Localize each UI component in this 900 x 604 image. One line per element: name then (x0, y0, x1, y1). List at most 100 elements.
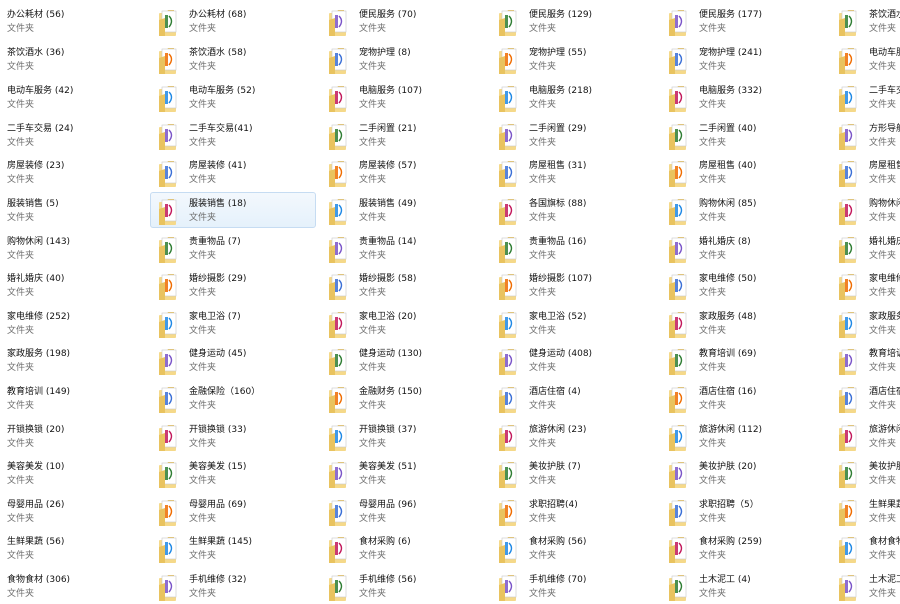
folder-item[interactable]: 美容美发 (10) 文件夹 (0, 455, 134, 491)
folder-item[interactable]: 金融保险（160） 文件夹 (150, 380, 316, 416)
folder-item[interactable]: 旅游休闲文件夹 (830, 418, 900, 454)
folder-item[interactable]: 婚礼婚庆 (8) 文件夹 (660, 230, 826, 266)
folder-item[interactable]: 二手闲置 (29) 文件夹 (490, 117, 656, 153)
folder-item[interactable]: 电动车服文件夹 (830, 41, 900, 77)
folder-item[interactable]: 便民服务 (177) 文件夹 (660, 3, 826, 39)
folder-item[interactable]: 健身运动 (130) 文件夹 (320, 342, 486, 378)
folder-item[interactable]: 便民服务 (70) 文件夹 (320, 3, 486, 39)
folder-item[interactable]: 金融财务 (150) 文件夹 (320, 380, 486, 416)
folder-item[interactable]: 服装销售 (5) 文件夹 (0, 192, 134, 228)
folder-item[interactable]: 开锁换锁 (37) 文件夹 (320, 418, 486, 454)
folder-icon (667, 6, 693, 38)
folder-item[interactable]: 食物食材 (306) 文件夹 (0, 568, 134, 604)
folder-item[interactable]: 办公耗材 (56) 文件夹 (0, 3, 134, 39)
folder-item[interactable]: 电脑服务 (218) 文件夹 (490, 79, 656, 115)
folder-item[interactable]: 美妆护肤 (20) 文件夹 (660, 455, 826, 491)
folder-item[interactable]: 教育培训文件夹 (830, 342, 900, 378)
folder-item[interactable]: 母婴用品 (26) 文件夹 (0, 493, 134, 529)
folder-item[interactable]: 母婴用品 (69) 文件夹 (150, 493, 316, 529)
folder-item[interactable]: 家电维修文件夹 (830, 267, 900, 303)
folder-item[interactable]: 办公耗材 (68) 文件夹 (150, 3, 316, 39)
folder-item[interactable]: 房屋装修 (41) 文件夹 (150, 154, 316, 190)
folder-item[interactable]: 婚纱摄影 (107) 文件夹 (490, 267, 656, 303)
folder-item[interactable]: 贵重物品 (14) 文件夹 (320, 230, 486, 266)
folder-item[interactable]: 宠物护理 (8) 文件夹 (320, 41, 486, 77)
folder-item[interactable]: 房屋租售 (31) 文件夹 (490, 154, 656, 190)
folder-item[interactable]: 食材采购 (6) 文件夹 (320, 530, 486, 566)
folder-item[interactable]: 旅游休闲 (23) 文件夹 (490, 418, 656, 454)
folder-item[interactable]: 美妆护肤文件夹 (830, 455, 900, 491)
folder-item[interactable]: 食材食物文件夹 (830, 530, 900, 566)
folder-item[interactable]: 宠物护理 (55) 文件夹 (490, 41, 656, 77)
folder-item[interactable]: 手机维修 (32) 文件夹 (150, 568, 316, 604)
folder-item[interactable]: 二手闲置 (40) 文件夹 (660, 117, 826, 153)
folder-item[interactable]: 求职招聘(4) 文件夹 (490, 493, 656, 529)
folder-item[interactable]: 家电维修 (252) 文件夹 (0, 305, 134, 341)
folder-type-label: 文件夹 (869, 326, 897, 336)
folder-item[interactable]: 美容美发 (51) 文件夹 (320, 455, 486, 491)
folder-item[interactable]: 房屋装修 (23) 文件夹 (0, 154, 134, 190)
folder-item[interactable]: 求职招聘（5） 文件夹 (660, 493, 826, 529)
folder-item[interactable]: 生鲜果蔬文件夹 (830, 493, 900, 529)
folder-item[interactable]: 婚纱摄影 (58) 文件夹 (320, 267, 486, 303)
folder-item[interactable]: 购物休闲文件夹 (830, 192, 900, 228)
folder-item[interactable]: 婚礼婚庆文件夹 (830, 230, 900, 266)
folder-item[interactable]: 美妆护肤 (7) 文件夹 (490, 455, 656, 491)
folder-item[interactable]: 房屋装修 (57) 文件夹 (320, 154, 486, 190)
folder-item[interactable]: 家政服务 (48) 文件夹 (660, 305, 826, 341)
folder-item[interactable]: 电动车服务 (52) 文件夹 (150, 79, 316, 115)
folder-item[interactable]: 贵重物品 (7) 文件夹 (150, 230, 316, 266)
folder-item[interactable]: 健身运动 (45) 文件夹 (150, 342, 316, 378)
folder-item[interactable]: 茶饮酒水 (58) 文件夹 (150, 41, 316, 77)
folder-item[interactable]: 母婴用品 (96) 文件夹 (320, 493, 486, 529)
folder-item[interactable]: 购物休闲 (143) 文件夹 (0, 230, 134, 266)
folder-item[interactable]: 婚纱摄影 (29) 文件夹 (150, 267, 316, 303)
folder-item[interactable]: 酒店住宿 (4) 文件夹 (490, 380, 656, 416)
folder-type-label: 文件夹 (869, 62, 897, 72)
folder-item[interactable]: 服装销售 (18) 文件夹 (150, 192, 316, 228)
folder-item[interactable]: 便民服务 (129) 文件夹 (490, 3, 656, 39)
folder-item[interactable]: 茶饮酒水文件夹 (830, 3, 900, 39)
folder-item[interactable]: 土木泥工 (4) 文件夹 (660, 568, 826, 604)
folder-item[interactable]: 开锁换锁 (33) 文件夹 (150, 418, 316, 454)
folder-item[interactable]: 酒店住宿文件夹 (830, 380, 900, 416)
folder-item[interactable]: 美容美发 (15) 文件夹 (150, 455, 316, 491)
folder-item[interactable]: 二手车交文件夹 (830, 79, 900, 115)
folder-item[interactable]: 手机维修 (56) 文件夹 (320, 568, 486, 604)
folder-item[interactable]: 手机维修 (70) 文件夹 (490, 568, 656, 604)
folder-item[interactable]: 家电卫浴 (7) 文件夹 (150, 305, 316, 341)
folder-item[interactable]: 婚礼婚庆 (40) 文件夹 (0, 267, 134, 303)
folder-item[interactable]: 各国旗标 (88) 文件夹 (490, 192, 656, 228)
folder-item[interactable]: 食材采购 (259) 文件夹 (660, 530, 826, 566)
folder-item[interactable]: 购物休闲 (85) 文件夹 (660, 192, 826, 228)
folder-item[interactable]: 方形导航文件夹 (830, 117, 900, 153)
folder-item[interactable]: 食材采购 (56) 文件夹 (490, 530, 656, 566)
folder-item[interactable]: 服装销售 (49) 文件夹 (320, 192, 486, 228)
folder-item[interactable]: 二手车交易 (24) 文件夹 (0, 117, 134, 153)
folder-item[interactable]: 房屋租售文件夹 (830, 154, 900, 190)
folder-item[interactable]: 家政服务文件夹 (830, 305, 900, 341)
folder-item[interactable]: 家电卫浴 (20) 文件夹 (320, 305, 486, 341)
folder-item[interactable]: 土木泥工文件夹 (830, 568, 900, 604)
folder-item[interactable]: 旅游休闲 (112) 文件夹 (660, 418, 826, 454)
folder-item[interactable]: 二手车交易(41) 文件夹 (150, 117, 316, 153)
folder-item[interactable]: 教育培训 (69) 文件夹 (660, 342, 826, 378)
folder-item[interactable]: 家电卫浴 (52) 文件夹 (490, 305, 656, 341)
folder-icon (837, 571, 863, 603)
folder-item[interactable]: 贵重物品 (16) 文件夹 (490, 230, 656, 266)
folder-item[interactable]: 茶饮酒水 (36) 文件夹 (0, 41, 134, 77)
folder-item[interactable]: 家电维修 (50) 文件夹 (660, 267, 826, 303)
folder-item[interactable]: 电脑服务 (332) 文件夹 (660, 79, 826, 115)
folder-item[interactable]: 宠物护理 (241) 文件夹 (660, 41, 826, 77)
folder-item[interactable]: 生鲜果蔬 (56) 文件夹 (0, 530, 134, 566)
folder-item[interactable]: 教育培训 (149) 文件夹 (0, 380, 134, 416)
folder-item[interactable]: 电脑服务 (107) 文件夹 (320, 79, 486, 115)
folder-item[interactable]: 生鲜果蔬 (145) 文件夹 (150, 530, 316, 566)
folder-item[interactable]: 酒店住宿 (16) 文件夹 (660, 380, 826, 416)
folder-item[interactable]: 开锁换锁 (20) 文件夹 (0, 418, 134, 454)
folder-item[interactable]: 家政服务 (198) 文件夹 (0, 342, 134, 378)
folder-item[interactable]: 二手闲置 (21) 文件夹 (320, 117, 486, 153)
folder-item[interactable]: 电动车服务 (42) 文件夹 (0, 79, 134, 115)
folder-item[interactable]: 健身运动 (408) 文件夹 (490, 342, 656, 378)
folder-item[interactable]: 房屋租售 (40) 文件夹 (660, 154, 826, 190)
